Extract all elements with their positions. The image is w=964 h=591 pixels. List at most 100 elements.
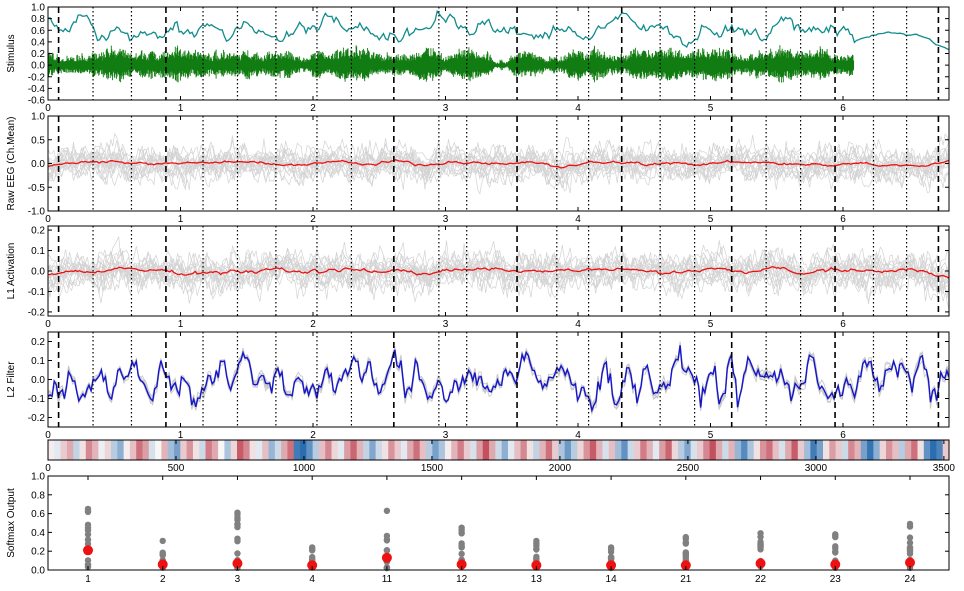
heatmap-cell bbox=[841, 440, 849, 460]
heatmap-cell bbox=[501, 440, 509, 460]
x-tick-label: 3 bbox=[443, 319, 449, 330]
heatmap-cell bbox=[205, 440, 213, 460]
heatmap-cell bbox=[117, 440, 125, 460]
heatmap-cell bbox=[678, 440, 685, 460]
x-tick-label: 0 bbox=[45, 430, 51, 441]
heatmap-cell bbox=[325, 440, 333, 460]
heatmap-cell bbox=[48, 440, 55, 460]
heatmap-cell bbox=[287, 440, 295, 460]
heatmap-cell bbox=[381, 440, 389, 460]
heatmap-cell bbox=[652, 440, 660, 460]
envelope-line bbox=[48, 9, 949, 51]
trial-point bbox=[607, 554, 615, 561]
y-tick-label: -0.6 bbox=[28, 96, 46, 107]
trial-point bbox=[308, 547, 316, 554]
x-tick-label: 21 bbox=[680, 574, 692, 585]
heatmap-cell bbox=[615, 440, 622, 460]
trial-point bbox=[159, 537, 166, 545]
heatmap-cell bbox=[192, 440, 200, 460]
x-tick-label: 2 bbox=[310, 103, 316, 114]
x-tick-label: 2 bbox=[310, 319, 316, 330]
y-tick-label: -0.4 bbox=[28, 84, 46, 95]
y-tick-label: 0.2 bbox=[31, 547, 45, 558]
heatmap-cell bbox=[633, 440, 641, 460]
trial-point bbox=[234, 514, 241, 521]
y-tick-label: -0.1 bbox=[28, 287, 46, 298]
y-axis-label: Softmax Output bbox=[6, 488, 17, 558]
heatmap-cell bbox=[602, 440, 610, 460]
x-tick-label: 4 bbox=[309, 574, 315, 585]
heatmap-cell bbox=[363, 440, 370, 460]
heatmap-cell bbox=[444, 440, 452, 460]
heatmap-cell bbox=[898, 440, 906, 460]
heatmap-cell bbox=[703, 440, 711, 460]
heatmap-cell bbox=[167, 440, 175, 460]
heatmap-cell bbox=[904, 440, 912, 460]
heatmap-cell bbox=[564, 440, 572, 460]
heatmap-panel: 0 500 1000 1500 2000 2500 3000 3500 bbox=[45, 439, 955, 474]
heatmap-cell bbox=[111, 440, 118, 460]
heatmap-cell bbox=[552, 440, 559, 460]
x-tick-label: 1 bbox=[178, 430, 184, 441]
x-tick-label: 3 bbox=[443, 103, 449, 114]
heatmap-cell bbox=[791, 440, 799, 460]
heatmap-cell bbox=[734, 440, 742, 460]
x-tick-label: 11 bbox=[382, 574, 393, 585]
heatmap-cell bbox=[369, 440, 377, 460]
heatmap-cell bbox=[123, 440, 131, 460]
heatmap-cell bbox=[583, 440, 591, 460]
stimulus-frame bbox=[47, 6, 950, 101]
heatmap-cell bbox=[136, 440, 144, 460]
y-tick-label: 1.0 bbox=[31, 472, 45, 483]
heatmap-cell bbox=[766, 440, 774, 460]
heatmap-cell bbox=[696, 440, 704, 460]
heatmap-cell bbox=[60, 440, 68, 460]
heatmap-cell bbox=[249, 440, 257, 460]
stimulus-panel: 1.00.80.60.40.20.0-0.2-0.4-0.60 1 2 3 4 5 6 Sti… bbox=[6, 3, 950, 114]
x-tick-label: 0 bbox=[45, 103, 51, 114]
x-tick-label: 2500 bbox=[677, 463, 700, 474]
trial-point bbox=[906, 523, 914, 530]
heatmap-cell bbox=[350, 440, 358, 460]
x-tick-label: 1 bbox=[85, 574, 91, 585]
trial-point bbox=[682, 535, 690, 543]
heatmap-cell bbox=[224, 440, 232, 460]
heatmap-cell bbox=[596, 440, 604, 460]
trial-point bbox=[533, 545, 540, 552]
l1-activation-panel: 0.2 0.1 0.0 -0.1 -0.20 1 2 3 4 5 6 L1 Activation bbox=[6, 225, 950, 330]
heatmap-cell bbox=[306, 440, 314, 460]
y-tick-label: -0.2 bbox=[28, 307, 46, 318]
trial-point bbox=[383, 547, 391, 554]
heatmap-cell bbox=[930, 440, 937, 460]
x-tick-label: 0 bbox=[45, 319, 51, 330]
trial-point bbox=[84, 524, 92, 532]
x-tick-label: 24 bbox=[904, 574, 916, 585]
x-tick-label: 3 bbox=[235, 574, 241, 585]
heatmap-cell bbox=[640, 440, 648, 460]
heatmap-cell bbox=[539, 440, 547, 460]
x-tick-label: 2000 bbox=[549, 463, 572, 474]
heatmap-cell bbox=[690, 440, 698, 460]
heatmap-cell bbox=[142, 440, 150, 460]
y-axis-label: L1 Activation bbox=[6, 243, 17, 300]
y-tick-label: -0.2 bbox=[28, 413, 46, 424]
heatmap-cell bbox=[407, 440, 415, 460]
trial-point bbox=[832, 548, 839, 555]
x-tick-label: 1000 bbox=[293, 463, 316, 474]
x-tick-label: 5 bbox=[708, 103, 714, 114]
heatmap-cell bbox=[722, 440, 730, 460]
x-tick-label: 4 bbox=[575, 319, 581, 330]
x-tick-label: 13 bbox=[531, 574, 543, 585]
heatmap-cell bbox=[860, 440, 868, 460]
trial-point bbox=[906, 546, 914, 554]
heatmap-cell bbox=[98, 440, 106, 460]
heatmap-cell bbox=[66, 440, 74, 460]
trial-point bbox=[234, 523, 241, 531]
heatmap-cell bbox=[772, 440, 780, 460]
x-tick-label: 5 bbox=[708, 430, 714, 441]
trial-point bbox=[458, 530, 465, 537]
x-tick-label: 2 bbox=[160, 574, 166, 585]
heatmap-cell bbox=[741, 440, 748, 460]
heatmap-cell bbox=[520, 440, 528, 460]
raw-eeg-panel: 1.0 0.5 0.0 -0.5 -1.00 1 2 3 4 5 6 Raw EEG (Ch.Mean… bbox=[6, 112, 950, 225]
